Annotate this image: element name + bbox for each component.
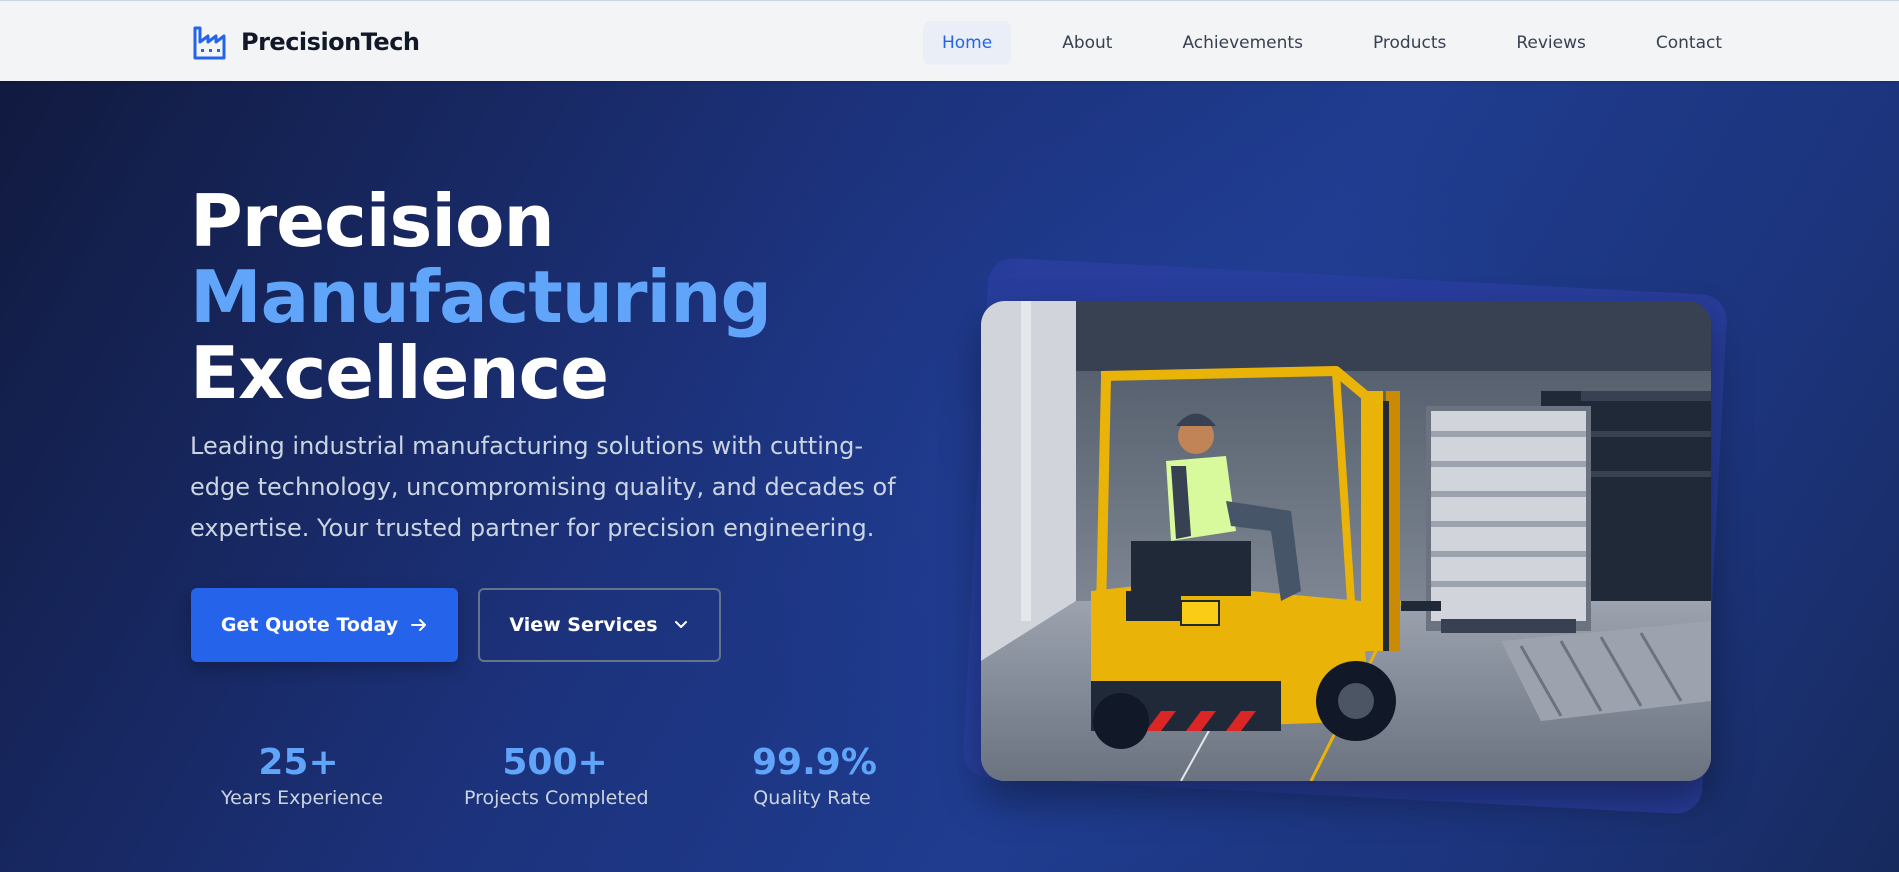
stat-label: Years Experience bbox=[221, 787, 384, 809]
hero-subtitle: Leading industrial manufacturing solutio… bbox=[190, 432, 896, 542]
brand-logo[interactable]: PrecisionTech bbox=[191, 22, 420, 62]
nav-reviews-link[interactable]: Reviews bbox=[1497, 21, 1605, 65]
brand-name: PrecisionTech bbox=[241, 28, 420, 56]
nav-contact-link[interactable]: Contact bbox=[1637, 21, 1741, 65]
hero-title-accent: Manufacturing bbox=[190, 255, 772, 339]
nav-about-link[interactable]: About bbox=[1043, 21, 1131, 65]
get-quote-button[interactable]: Get Quote Today bbox=[191, 588, 458, 662]
navbar: PrecisionTech Home About Achievements Pr… bbox=[0, 0, 1899, 81]
arrow-right-icon bbox=[411, 619, 427, 631]
hero-image bbox=[981, 301, 1711, 781]
view-services-label: View Services bbox=[509, 614, 658, 636]
chevron-down-icon bbox=[674, 621, 687, 628]
nav-products-link[interactable]: Products bbox=[1354, 21, 1465, 65]
forklift-warehouse-photo bbox=[981, 301, 1711, 781]
nav-home-link[interactable]: Home bbox=[923, 21, 1012, 65]
stat-label: Projects Completed bbox=[464, 787, 649, 809]
hero-title-line-1: Precision bbox=[190, 179, 555, 263]
stat-years-experience: 25+ Years Experience bbox=[221, 742, 384, 811]
stat-value: 25+ bbox=[258, 742, 339, 783]
main-nav: Home About Achievements Products Reviews… bbox=[923, 21, 1773, 65]
hero-title: Precision Manufacturing Excellence bbox=[190, 179, 772, 415]
view-services-button[interactable]: View Services bbox=[478, 588, 721, 662]
get-quote-label: Get Quote Today bbox=[220, 614, 399, 636]
hero-section: Precision Manufacturing Excellence Leadi… bbox=[0, 81, 1899, 872]
stat-value: 99.9% bbox=[752, 742, 877, 783]
stat-value: 500+ bbox=[502, 742, 608, 783]
stat-projects-completed: 500+ Projects Completed bbox=[464, 742, 649, 811]
hero-title-line-3: Excellence bbox=[190, 331, 609, 415]
factory-icon bbox=[193, 26, 226, 60]
nav-achievements-link[interactable]: Achievements bbox=[1163, 21, 1321, 65]
stat-label: Quality Rate bbox=[753, 787, 871, 809]
stat-quality-rate: 99.9% Quality Rate bbox=[752, 742, 877, 811]
